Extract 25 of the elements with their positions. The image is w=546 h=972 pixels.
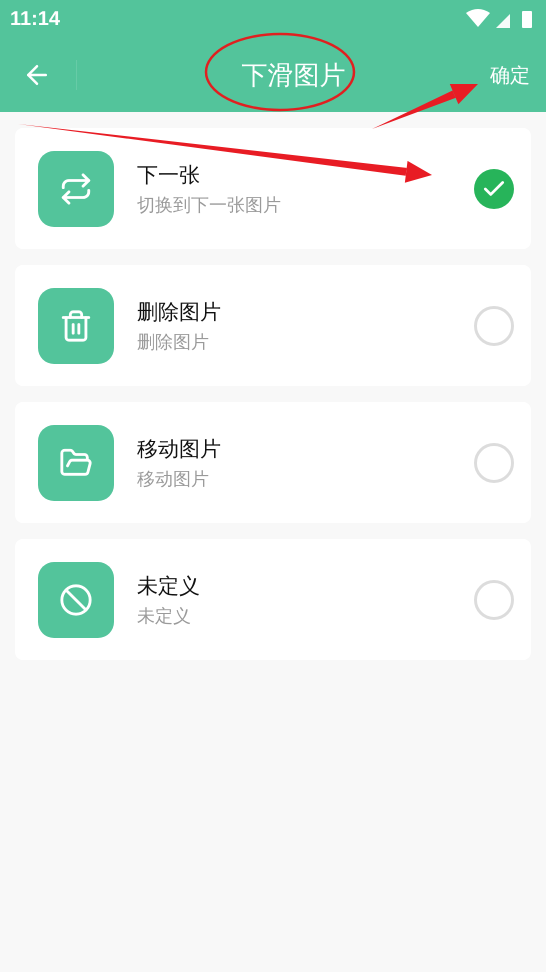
option-title: 下一张 [137, 162, 201, 188]
option-card[interactable]: 删除图片 删除图片 [15, 265, 531, 386]
trash-icon [38, 288, 114, 364]
radio-button[interactable] [474, 580, 514, 620]
signal-icon [496, 14, 510, 28]
option-title: 删除图片 [137, 298, 222, 326]
option-title: 未定义 [137, 572, 201, 600]
radio-button[interactable] [474, 442, 514, 482]
option-subtitle: 切换到下一张图片 [137, 194, 282, 216]
page-title: 下滑图片 [240, 60, 346, 92]
option-card[interactable]: 移动图片 移动图片 [15, 402, 531, 523]
status-time: 11:14 [10, 8, 60, 30]
option-subtitle: 移动图片 [137, 468, 210, 490]
folder-icon [38, 424, 114, 500]
option-card[interactable]: 未定义 未定义 [15, 539, 531, 660]
radio-button[interactable] [474, 168, 514, 208]
battery-icon [522, 11, 532, 28]
option-title: 移动图片 [137, 436, 222, 462]
repeat-icon [38, 150, 114, 226]
wifi-icon [466, 9, 490, 27]
option-subtitle: 删除图片 [137, 330, 210, 354]
option-card[interactable]: 下一张 切换到下一张图片 [15, 128, 531, 249]
radio-button[interactable] [474, 306, 514, 346]
option-subtitle: 未定义 [137, 604, 192, 628]
prohibited-icon [38, 562, 114, 638]
